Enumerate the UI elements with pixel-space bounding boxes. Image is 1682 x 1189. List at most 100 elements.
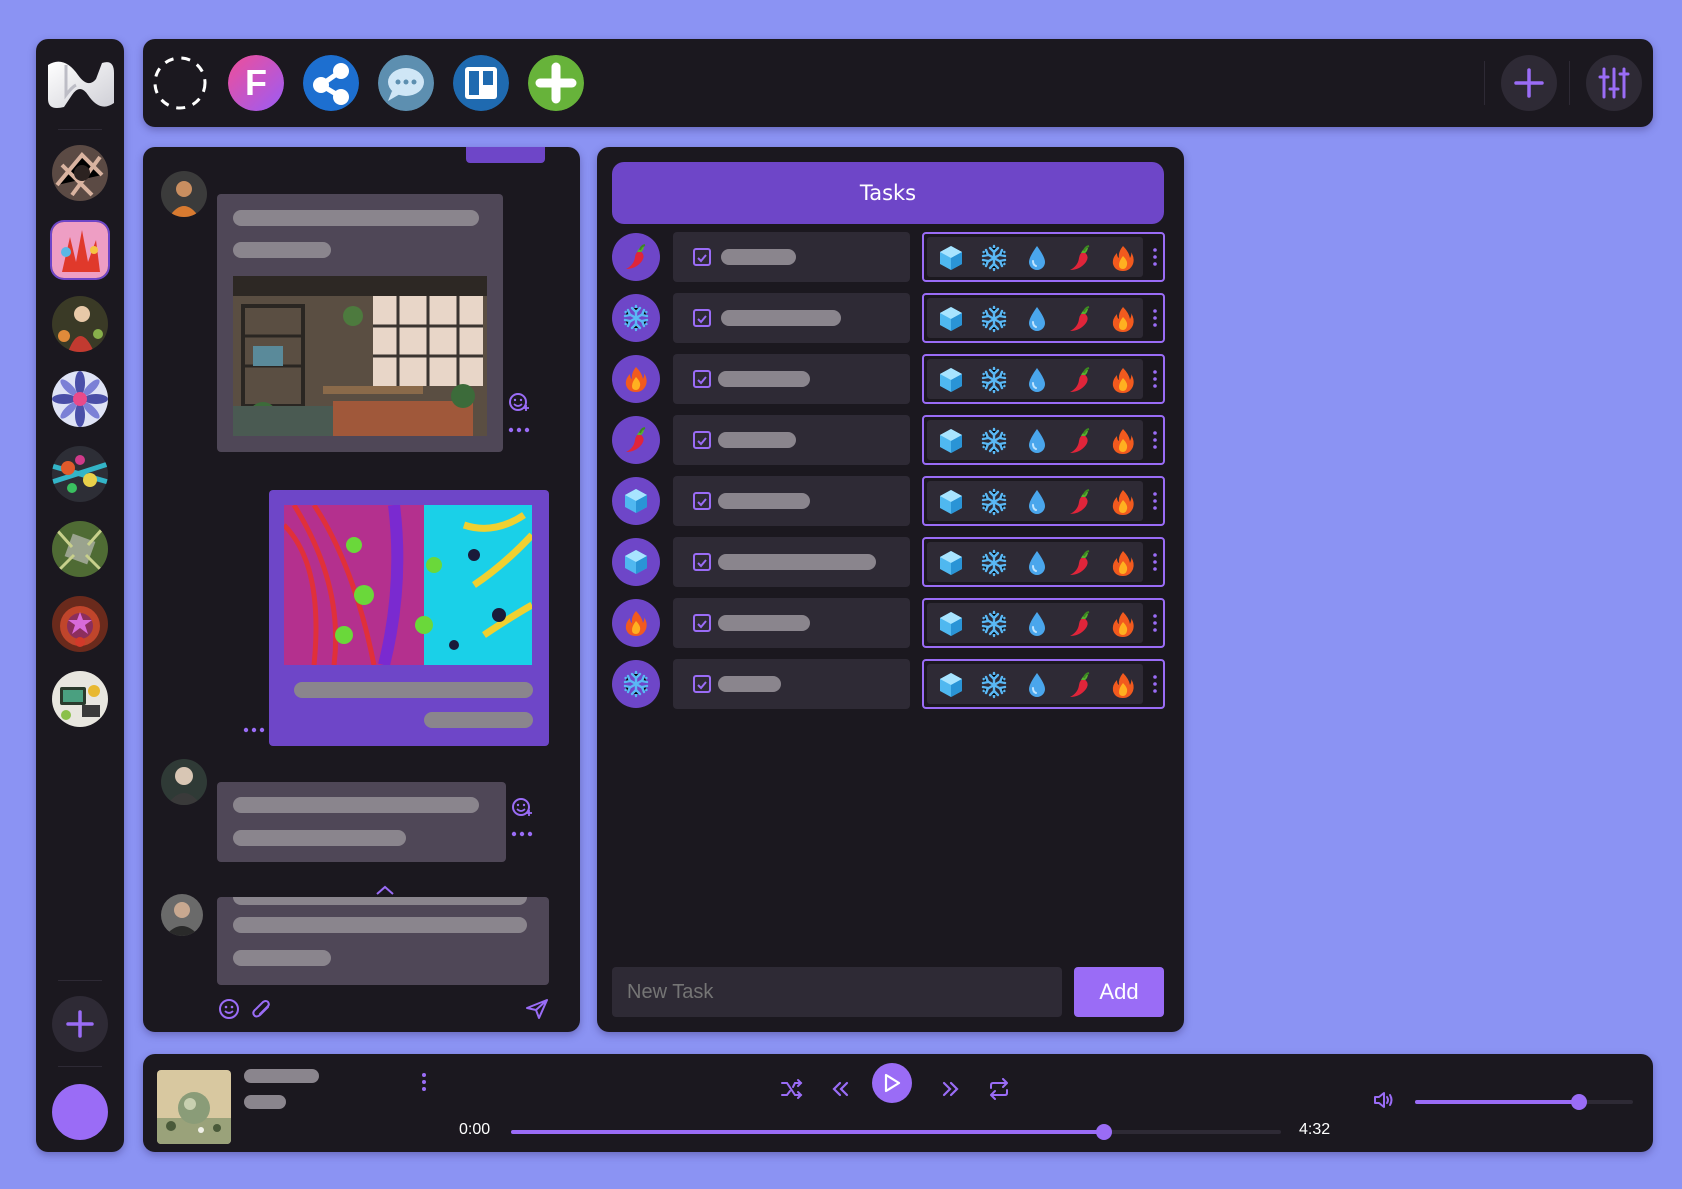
volume-slider[interactable]	[1415, 1094, 1633, 1110]
message-bubble[interactable]	[217, 194, 503, 452]
add-button[interactable]	[1501, 55, 1557, 111]
kebab-menu-icon[interactable]	[1153, 614, 1157, 632]
shuffle-button[interactable]	[772, 1069, 812, 1109]
kebab-menu-icon[interactable]	[1153, 248, 1157, 266]
play-button[interactable]	[872, 1063, 912, 1103]
droplet-icon[interactable]	[1023, 366, 1051, 394]
message-bubble[interactable]	[217, 782, 506, 862]
fire-icon[interactable]	[1109, 549, 1137, 577]
fast-forward-button[interactable]	[931, 1069, 971, 1109]
snowflake-icon[interactable]	[980, 488, 1008, 516]
task-checkbox[interactable]	[693, 492, 711, 510]
task-pepper-badge[interactable]	[612, 233, 660, 281]
task-checkbox[interactable]	[693, 370, 711, 388]
avatar[interactable]	[161, 171, 207, 217]
task-checkbox[interactable]	[693, 309, 711, 327]
dashed-circle-icon[interactable]	[152, 55, 208, 111]
emoji-icon[interactable]	[218, 998, 240, 1020]
snowflake-icon[interactable]	[980, 671, 1008, 699]
room-avatar-5[interactable]	[52, 446, 108, 502]
task-fire-badge[interactable]	[612, 599, 660, 647]
own-message-bubble[interactable]	[269, 490, 549, 746]
task-item[interactable]	[673, 232, 910, 282]
attachment-icon[interactable]	[251, 998, 273, 1020]
share-app-icon[interactable]	[303, 55, 359, 111]
snowflake-icon[interactable]	[980, 610, 1008, 638]
fire-icon[interactable]	[1109, 366, 1137, 394]
settings-button[interactable]	[1586, 55, 1642, 111]
task-item[interactable]	[673, 415, 910, 465]
task-item[interactable]	[673, 598, 910, 648]
task-category-picker[interactable]	[922, 354, 1165, 404]
kebab-menu-icon[interactable]	[1153, 492, 1157, 510]
pepper-icon[interactable]	[1066, 244, 1094, 272]
task-item[interactable]	[673, 293, 910, 343]
fire-icon[interactable]	[1109, 305, 1137, 333]
task-category-picker[interactable]	[922, 232, 1165, 282]
more-options-icon[interactable]	[243, 727, 265, 733]
fire-icon[interactable]	[1109, 427, 1137, 455]
droplet-icon[interactable]	[1023, 488, 1051, 516]
task-item[interactable]	[673, 537, 910, 587]
add-room-button[interactable]	[52, 996, 108, 1052]
droplet-icon[interactable]	[1023, 244, 1051, 272]
droplet-icon[interactable]	[1023, 671, 1051, 699]
fire-icon[interactable]	[1109, 488, 1137, 516]
kebab-menu-icon[interactable]	[1153, 675, 1157, 693]
board-app-icon[interactable]	[453, 55, 509, 111]
chevron-up-icon[interactable]	[375, 884, 395, 896]
pepper-icon[interactable]	[1066, 488, 1094, 516]
task-category-picker[interactable]	[922, 293, 1165, 343]
fire-icon[interactable]	[1109, 671, 1137, 699]
add-reaction-icon[interactable]	[508, 391, 530, 413]
ice-cube-icon[interactable]	[937, 305, 965, 333]
kebab-menu-icon[interactable]	[1153, 309, 1157, 327]
rewind-button[interactable]	[820, 1069, 860, 1109]
task-category-picker[interactable]	[922, 476, 1165, 526]
snowflake-icon[interactable]	[980, 366, 1008, 394]
task-checkbox[interactable]	[693, 675, 711, 693]
task-ice-badge[interactable]	[612, 538, 660, 586]
kebab-menu-icon[interactable]	[1153, 553, 1157, 571]
track-menu-icon[interactable]	[421, 1072, 427, 1092]
avatar[interactable]	[161, 759, 207, 805]
task-category-picker[interactable]	[922, 598, 1165, 648]
add-app-icon[interactable]	[528, 55, 584, 111]
message-image[interactable]	[284, 505, 532, 665]
add-task-button[interactable]: Add	[1074, 967, 1164, 1017]
user-profile-button[interactable]	[52, 1084, 108, 1140]
task-category-picker[interactable]	[922, 537, 1165, 587]
task-checkbox[interactable]	[693, 614, 711, 632]
add-reaction-icon[interactable]	[511, 796, 533, 818]
task-checkbox[interactable]	[693, 431, 711, 449]
chat-app-icon[interactable]	[378, 55, 434, 111]
ice-cube-icon[interactable]	[937, 366, 965, 394]
volume-handle[interactable]	[1570, 1094, 1587, 1110]
pepper-icon[interactable]	[1066, 610, 1094, 638]
droplet-icon[interactable]	[1023, 610, 1051, 638]
droplet-icon[interactable]	[1023, 549, 1051, 577]
pepper-icon[interactable]	[1066, 549, 1094, 577]
task-item[interactable]	[673, 354, 910, 404]
fire-icon[interactable]	[1109, 610, 1137, 638]
task-checkbox[interactable]	[693, 248, 711, 266]
task-category-picker[interactable]	[922, 659, 1165, 709]
message-image[interactable]	[233, 276, 487, 436]
fire-icon[interactable]	[1109, 244, 1137, 272]
more-options-icon[interactable]	[511, 831, 533, 837]
send-icon[interactable]	[525, 998, 549, 1020]
room-avatar-4[interactable]	[52, 371, 108, 427]
room-avatar-7[interactable]	[52, 596, 108, 652]
ice-cube-icon[interactable]	[937, 244, 965, 272]
room-avatar-3[interactable]	[52, 296, 108, 352]
ice-cube-icon[interactable]	[937, 549, 965, 577]
pepper-icon[interactable]	[1066, 366, 1094, 394]
pepper-icon[interactable]	[1066, 305, 1094, 333]
progress-slider[interactable]	[511, 1124, 1281, 1140]
progress-handle[interactable]	[1095, 1124, 1112, 1140]
snowflake-icon[interactable]	[980, 305, 1008, 333]
ice-cube-icon[interactable]	[937, 427, 965, 455]
ice-cube-icon[interactable]	[937, 488, 965, 516]
f-app-icon[interactable]: F	[228, 55, 284, 111]
kebab-menu-icon[interactable]	[1153, 431, 1157, 449]
